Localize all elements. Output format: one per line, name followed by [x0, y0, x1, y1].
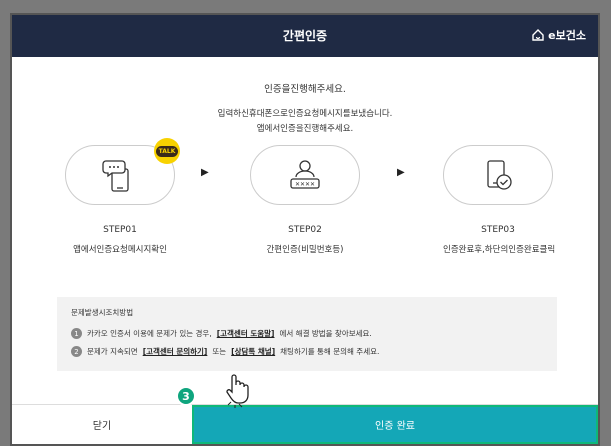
- svg-text:✕✕✕✕: ✕✕✕✕: [295, 181, 315, 188]
- brand-name: e보건소: [548, 29, 586, 42]
- troubleshooting-heading: 문제발생시조치방법: [71, 308, 134, 317]
- phone-check-icon: [487, 160, 512, 190]
- item-text: 문제가 지속되면: [87, 347, 138, 356]
- step-2-description: 간편인증(비밀번호등): [266, 245, 344, 255]
- chat-channel-link[interactable]: [상담톡 채널]: [231, 346, 275, 357]
- auth-modal: 간편인증 e보건소 인증을진행해주세요. 입력하신휴대폰으로인증요청메시지를보냈…: [10, 13, 600, 446]
- intro-line-1: 인증을진행해주세요.: [264, 84, 346, 95]
- troubleshooting-item: 1 카카오 인증서 이용에 문제가 있는 경우, [고객센터 도움말] 에서 해…: [71, 328, 543, 339]
- user-password-icon: ✕✕✕✕: [290, 160, 320, 189]
- modal-title: 간편인증: [282, 29, 328, 43]
- phone-message-icon: [102, 160, 129, 192]
- number-badge: 1: [71, 328, 82, 339]
- step-2: ✕✕✕✕ STEP02 간편인증(비밀번호등): [250, 145, 360, 255]
- step-3: STEP03 인증완료후,하단의인증완료클릭: [443, 145, 556, 255]
- step-1-number: STEP01: [103, 225, 137, 235]
- house-icon: [532, 29, 544, 41]
- step-3-description: 인증완료후,하단의인증완료클릭: [443, 245, 556, 255]
- troubleshooting-item: 2 문제가 지속되면 [고객센터 문의하기] 또는 [상담톡 채널] 채팅하기를…: [71, 346, 543, 357]
- pointer-hand-icon: [226, 374, 249, 408]
- modal-header: 간편인증 e보건소: [12, 15, 598, 57]
- step-3-pill: [443, 145, 553, 205]
- step-3-number: STEP03: [481, 225, 515, 235]
- step-2-number: STEP02: [288, 225, 322, 235]
- contact-link[interactable]: [고객센터 문의하기]: [143, 346, 208, 357]
- arrow-right-icon: ▶: [201, 167, 209, 178]
- brand-logo: e보건소: [531, 27, 586, 43]
- number-badge: 2: [71, 346, 82, 357]
- talk-label: TALK: [155, 145, 179, 157]
- step-1-description: 앱에서인증요청메시지확인: [73, 245, 167, 255]
- intro-line-2: 입력하신휴대폰으로인증요청메시지를보냈습니다.: [217, 109, 393, 119]
- step-2-pill: ✕✕✕✕: [250, 145, 360, 205]
- item-text: 또는: [212, 347, 227, 356]
- item-text: 카카오 인증서 이용에 문제가 있는 경우,: [87, 329, 212, 338]
- item-text: 채팅하기를 통해 문의해 주세요.: [280, 347, 380, 356]
- modal-footer: 닫기 인증 완료: [12, 404, 598, 444]
- troubleshooting-box: 문제발생시조치방법 1 카카오 인증서 이용에 문제가 있는 경우, [고객센터…: [57, 297, 557, 371]
- auth-complete-button[interactable]: 인증 완료: [192, 405, 598, 444]
- kakaotalk-icon: TALK: [154, 138, 180, 164]
- step-number-badge: 3: [176, 386, 196, 406]
- step-1-pill: TALK: [65, 138, 180, 205]
- item-text: 에서 해결 방법을 찾아보세요.: [279, 329, 372, 338]
- intro-line-3: 앱에서인증을진행해주세요.: [256, 124, 354, 134]
- help-link[interactable]: [고객센터 도움말]: [217, 328, 275, 339]
- close-button[interactable]: 닫기: [12, 405, 192, 444]
- arrow-right-icon: ▶: [397, 167, 405, 178]
- step-1: TALK STEP01 앱에서인증요청메시지확인: [65, 138, 180, 255]
- intro-text: 인증을진행해주세요. 입력하신휴대폰으로인증요청메시지를보냈습니다. 앱에서인증…: [12, 81, 598, 137]
